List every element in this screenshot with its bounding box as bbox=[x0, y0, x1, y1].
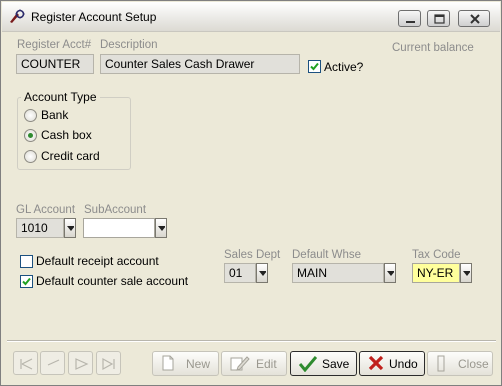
default-receipt-label: Default receipt account bbox=[36, 254, 159, 268]
undo-button-label: Undo bbox=[389, 357, 418, 371]
maximize-button[interactable] bbox=[427, 10, 450, 27]
subaccount-field[interactable] bbox=[83, 218, 155, 238]
new-button[interactable]: New bbox=[152, 351, 219, 376]
tax-code-label: Tax Code bbox=[412, 249, 461, 261]
register-acct-field[interactable]: COUNTER bbox=[16, 54, 94, 74]
sales-dept-field[interactable]: 01 bbox=[224, 263, 256, 283]
description-label: Description bbox=[100, 39, 158, 51]
checkmark-icon bbox=[298, 355, 318, 375]
edit-button[interactable]: Edit bbox=[221, 351, 287, 376]
title-bar: Register Account Setup bbox=[2, 2, 500, 32]
radio-bank[interactable] bbox=[24, 109, 37, 122]
checkmark-icon bbox=[22, 277, 31, 286]
next-record-icon bbox=[75, 358, 89, 370]
close-icon bbox=[470, 14, 480, 24]
description-field[interactable]: Counter Sales Cash Drawer bbox=[100, 54, 300, 74]
active-label: Active? bbox=[324, 60, 364, 74]
save-button[interactable]: Save bbox=[290, 351, 357, 376]
default-whse-label: Default Whse bbox=[292, 249, 362, 261]
edit-icon bbox=[230, 355, 250, 376]
maximize-icon bbox=[434, 14, 445, 24]
default-whse-field[interactable]: MAIN bbox=[292, 263, 384, 283]
tax-code-dropdown-button[interactable] bbox=[460, 263, 472, 283]
radio-cash-box[interactable] bbox=[24, 129, 37, 142]
previous-record-icon bbox=[47, 359, 60, 366]
next-record-button[interactable] bbox=[68, 351, 93, 375]
previous-record-button[interactable] bbox=[40, 351, 65, 375]
window-title: Register Account Setup bbox=[31, 10, 157, 24]
gl-account-label: GL Account bbox=[16, 204, 76, 216]
chevron-down-icon bbox=[259, 271, 266, 276]
minimize-button[interactable] bbox=[398, 10, 421, 27]
checkmark-icon bbox=[310, 62, 319, 71]
close-button[interactable]: Close bbox=[427, 351, 493, 376]
active-checkbox[interactable] bbox=[308, 60, 321, 73]
last-record-icon bbox=[102, 357, 115, 371]
current-balance-label: Current balance bbox=[392, 42, 474, 54]
sales-dept-label: Sales Dept bbox=[224, 249, 281, 261]
default-receipt-checkbox[interactable] bbox=[20, 255, 33, 268]
radio-credit-card-label: Credit card bbox=[41, 149, 100, 163]
subaccount-label: SubAccount bbox=[84, 204, 147, 216]
subaccount-dropdown-button[interactable] bbox=[155, 218, 167, 238]
radio-cash-box-label: Cash box bbox=[41, 128, 92, 142]
bottom-separator bbox=[7, 340, 496, 342]
chevron-down-icon bbox=[67, 226, 74, 231]
register-acct-label: Register Acct# bbox=[17, 39, 92, 51]
first-record-button[interactable] bbox=[13, 351, 38, 375]
new-button-label: New bbox=[186, 357, 211, 371]
save-button-label: Save bbox=[322, 357, 350, 371]
gl-account-dropdown-button[interactable] bbox=[64, 218, 76, 238]
account-type-title: Account Type bbox=[21, 90, 100, 104]
edit-button-label: Edit bbox=[256, 357, 277, 371]
first-record-icon bbox=[20, 358, 33, 370]
chevron-down-icon bbox=[387, 271, 394, 276]
default-counter-sale-checkbox[interactable] bbox=[20, 275, 33, 288]
radio-selected-dot bbox=[28, 133, 33, 138]
new-document-icon bbox=[161, 355, 175, 374]
chevron-down-icon bbox=[463, 271, 470, 276]
chevron-down-icon bbox=[158, 226, 165, 231]
close-window-button[interactable] bbox=[458, 10, 490, 27]
tax-code-field[interactable]: NY-ER bbox=[412, 263, 460, 283]
radio-bank-label: Bank bbox=[41, 108, 69, 122]
last-record-button[interactable] bbox=[96, 351, 121, 375]
undo-button[interactable]: Undo bbox=[359, 351, 425, 376]
close-icon bbox=[436, 355, 446, 375]
default-whse-dropdown-button[interactable] bbox=[384, 263, 396, 283]
x-icon bbox=[368, 355, 384, 374]
register-account-setup-window: Register Account Setup Register Acct# CO… bbox=[0, 0, 502, 386]
close-button-label: Close bbox=[458, 357, 489, 371]
app-gear-icon bbox=[8, 9, 26, 25]
sales-dept-dropdown-button[interactable] bbox=[256, 263, 268, 283]
default-counter-sale-label: Default counter sale account bbox=[36, 274, 189, 288]
radio-credit-card[interactable] bbox=[24, 150, 37, 163]
gl-account-field[interactable]: 1010 bbox=[16, 218, 64, 238]
minimize-icon bbox=[406, 21, 415, 23]
